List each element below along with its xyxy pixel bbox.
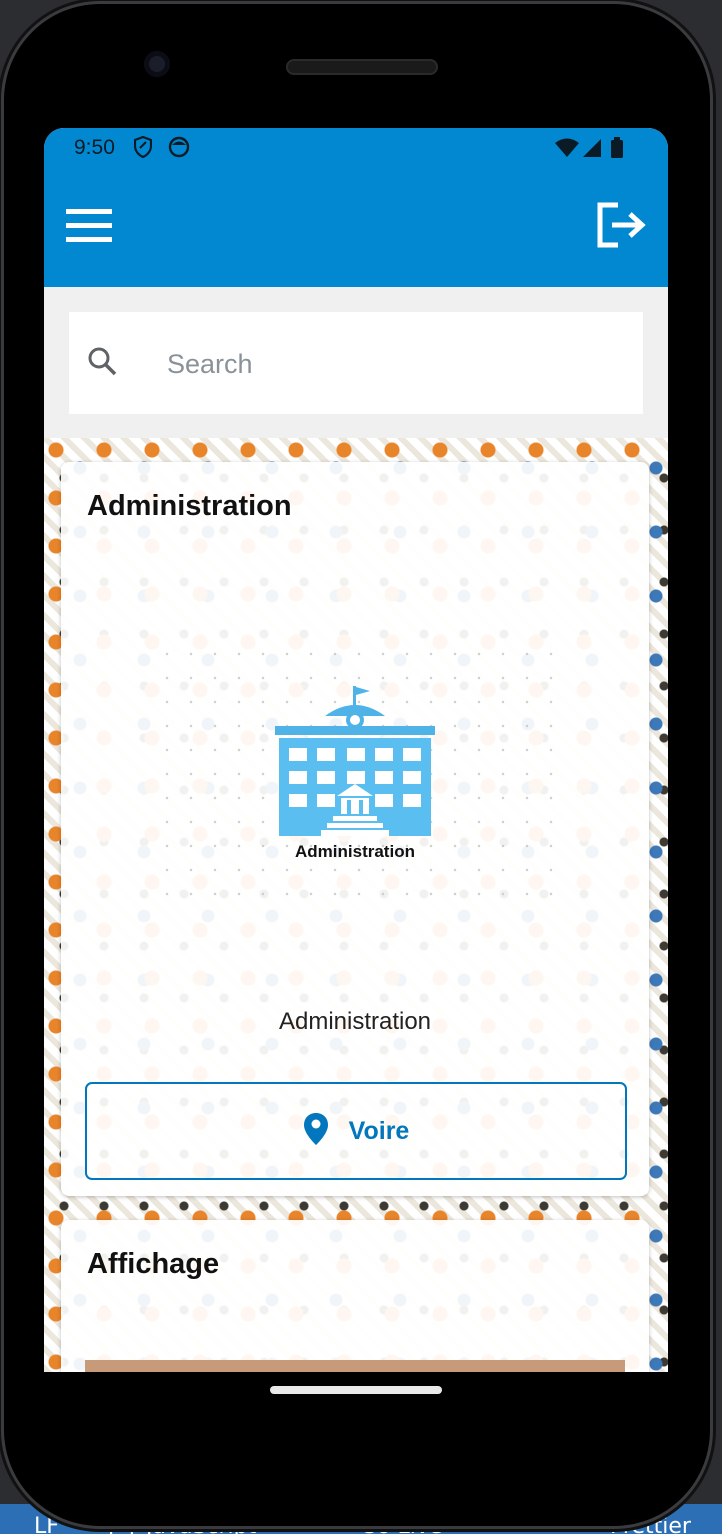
voire-button-label: Voire — [348, 1116, 410, 1145]
card-title: Affichage — [87, 1248, 220, 1280]
shield-icon — [133, 135, 153, 163]
app-bar — [44, 168, 668, 287]
voire-button-content: Voire — [87, 1084, 625, 1178]
card-image — [85, 1360, 625, 1372]
front-camera — [144, 51, 170, 77]
map-pin-icon — [303, 1112, 329, 1151]
signal-icon — [582, 138, 602, 163]
building-icon — [275, 686, 435, 841]
status-bar: 9:50 — [44, 128, 668, 168]
search-bar[interactable] — [69, 312, 643, 414]
logout-button[interactable] — [596, 202, 652, 252]
category-card-administration: Administration Administration Administra… — [61, 462, 649, 1196]
card-image-label: Administration — [295, 842, 415, 861]
category-card-affichage: Affichage — [61, 1220, 649, 1372]
category-list: Administration Administration Administra… — [44, 438, 668, 1372]
earpiece-speaker — [286, 59, 438, 75]
logout-icon — [596, 202, 646, 252]
search-input[interactable] — [165, 340, 609, 388]
card-title: Administration — [87, 490, 292, 522]
card-caption: Administration — [278, 1008, 432, 1035]
search-icon — [87, 346, 117, 381]
wifi-icon — [554, 138, 580, 163]
face-icon — [168, 136, 190, 163]
home-indicator[interactable] — [270, 1386, 442, 1394]
voire-button[interactable]: Voire — [85, 1082, 627, 1180]
app-screen: 9:50 Search Administration Administratio… — [44, 128, 668, 1372]
menu-button[interactable] — [66, 208, 114, 246]
ide-status-line-ending: LF — [34, 1514, 59, 1534]
hamburger-menu-icon — [66, 209, 112, 248]
status-time: 9:50 — [74, 136, 115, 159]
battery-icon — [610, 137, 624, 164]
